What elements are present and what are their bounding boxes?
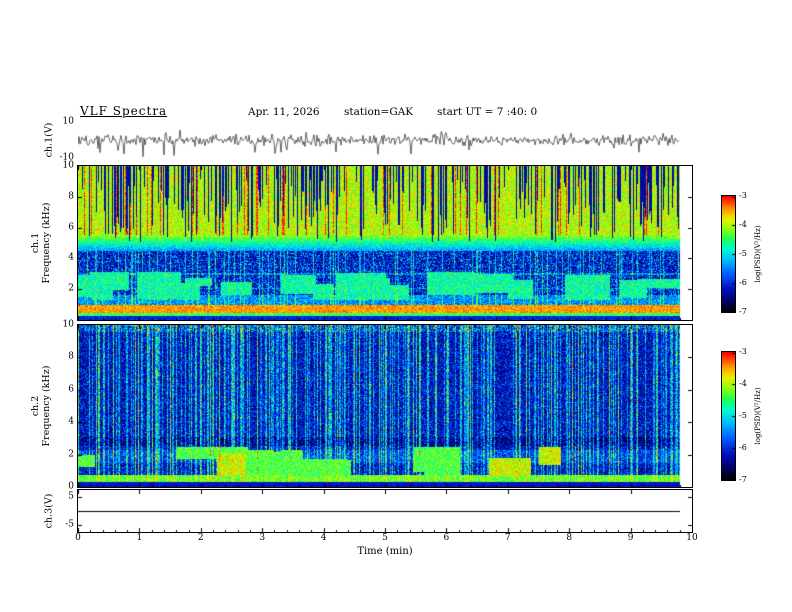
colorbar-1-label: log(PSD)(V²/Hz) — [753, 225, 762, 283]
ch3-panel — [77, 489, 693, 533]
ch1-spectrogram-panel — [77, 165, 693, 321]
colorbar-2-label: log(PSD)(V²/Hz) — [753, 387, 762, 445]
ch3-voltage-tick-label: -5 — [65, 519, 74, 530]
colorbar-1-canvas — [722, 196, 735, 312]
ch1-voltage-tick-label: 10 — [62, 116, 74, 127]
ch1-voltage-axis-label: ch.1(V) — [43, 122, 55, 158]
ch2-spectrogram-canvas — [78, 325, 692, 487]
colorbar2-tick-label: -4 — [739, 379, 747, 388]
colorbar-2 — [721, 351, 736, 481]
ch2-axis-label-line2: Frequency (kHz) — [41, 365, 52, 447]
vlf-spectra-figure: VLF Spectra Apr. 11, 2026 station=GAK st… — [0, 0, 792, 612]
colorbar1-tick-label: -5 — [739, 249, 747, 258]
colorbar1-tick-label: -3 — [739, 191, 747, 200]
ch1-frequency-axis-label: ch.1 Frequency (kHz) — [30, 202, 53, 284]
x-tick-label: 3 — [259, 533, 266, 543]
x-tick-label: 4 — [320, 533, 327, 543]
ch2-frequency-tick-label: 0 — [68, 481, 74, 492]
colorbar1-tick-label: -4 — [739, 220, 747, 229]
ch3-voltage-axis-label: ch.3(V) — [43, 493, 55, 529]
colorbar2-tick-label: -5 — [739, 411, 747, 420]
ch2-frequency-tick-label: 2 — [68, 449, 74, 460]
x-tick-label: 0 — [75, 533, 81, 543]
x-tick-label: 5 — [382, 533, 388, 543]
ch2-frequency-tick-label: 4 — [68, 416, 74, 427]
x-axis-label: Time (min) — [357, 546, 413, 557]
colorbar2-tick-label: -7 — [739, 475, 747, 484]
plot-date: Apr. 11, 2026 — [248, 106, 320, 118]
ch2-frequency-tick-label: 10 — [62, 319, 74, 330]
ch1-frequency-tick-label: 8 — [68, 191, 74, 202]
plot-title: VLF Spectra — [80, 104, 168, 118]
colorbar-1 — [721, 195, 736, 313]
ch1-frequency-tick-label: 4 — [68, 252, 74, 263]
ch1-spectrogram-canvas — [78, 166, 692, 320]
plot-start-ut: start UT = 7 :40: 0 — [437, 106, 538, 118]
colorbar1-tick-label: -6 — [739, 278, 747, 287]
ch1-axis-label-line2: Frequency (kHz) — [41, 202, 52, 284]
colorbar2-tick-label: -6 — [739, 443, 747, 452]
ch1-frequency-tick-label: 10 — [62, 160, 74, 171]
ch1-frequency-tick-label: 2 — [68, 283, 74, 294]
ch2-frequency-tick-label: 8 — [68, 351, 74, 362]
colorbar2-tick-label: -3 — [739, 347, 747, 356]
x-tick-label: 8 — [566, 533, 573, 543]
plot-station: station=GAK — [344, 106, 414, 118]
ch1-frequency-tick-label: 6 — [68, 222, 74, 233]
ch2-spectrogram-panel — [77, 324, 693, 488]
ch1-waveform-canvas — [78, 122, 692, 158]
ch3-voltage-tick-label: 5 — [68, 491, 74, 502]
x-tick-label: 9 — [627, 533, 634, 543]
x-tick-label: 1 — [136, 533, 143, 543]
ch2-frequency-tick-label: 6 — [68, 384, 74, 395]
ch3-canvas — [78, 490, 692, 532]
x-tick-label: 7 — [504, 533, 511, 543]
ch2-frequency-axis-label: ch.2 Frequency (kHz) — [30, 365, 53, 447]
x-tick-label: 6 — [443, 533, 450, 543]
colorbar1-tick-label: -7 — [739, 307, 747, 316]
colorbar-2-canvas — [722, 352, 735, 480]
x-tick-label: 2 — [197, 533, 204, 543]
x-tick-label: 10 — [686, 533, 698, 543]
